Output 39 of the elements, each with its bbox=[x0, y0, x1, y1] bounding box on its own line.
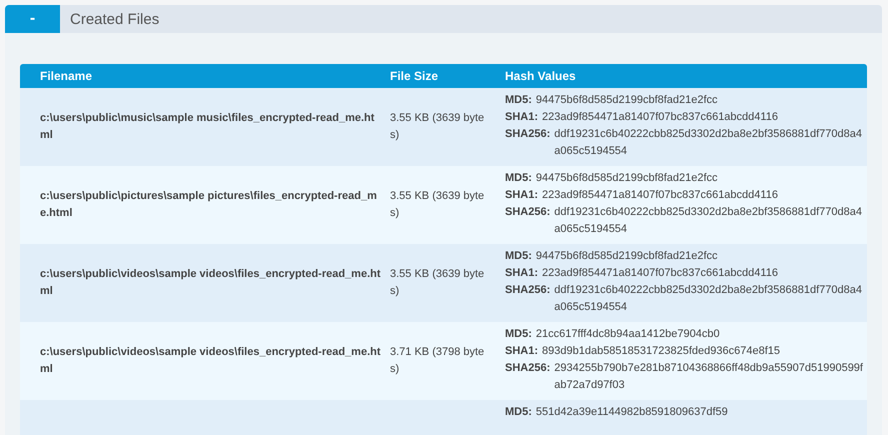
hash-value: 223ad9f854471a81407f07bc837c661abcdd4116 bbox=[542, 266, 779, 281]
hash-value: 893d9b1dab58518531723825fded936c674e8f15 bbox=[542, 344, 781, 359]
hash-label: SHA256: bbox=[505, 283, 550, 298]
hash-label: SHA256: bbox=[505, 205, 550, 220]
column-header: File Size bbox=[390, 69, 440, 83]
hash-label: SHA1: bbox=[505, 188, 538, 203]
hash-label: SHA256: bbox=[505, 361, 550, 376]
panel-title: Created Files bbox=[70, 10, 160, 28]
filename-cell-text: c:\users\public\music\sample music\files_encrypted-read_me.html bbox=[40, 111, 376, 143]
hash-value: 94475b6f8d585d2199cbf8fad21e2fcc bbox=[536, 171, 719, 186]
collapse-button[interactable]: - bbox=[5, 5, 60, 33]
column-header: Hash Values bbox=[504, 69, 577, 83]
hash-value: 94475b6f8d585d2199cbf8fad21e2fcc bbox=[536, 93, 719, 108]
hash-value: ddf19231c6b40222cbb825d3302d2ba8e2bf3586881df770d8a4a065c5194554 bbox=[554, 127, 863, 159]
hash-value: 2934255b790b7e281b87104368866ff48db9a55907d51990599fab72a7d97f03 bbox=[554, 361, 863, 393]
file-size-cell-text: 3.71 KB (3798 bytes) bbox=[390, 345, 486, 377]
filename-cell-text: c:\users\public\pictures\sample pictures\files_encrypted-read_me.html bbox=[40, 189, 378, 221]
hash-value: 21cc617fff4dc8b94aa1412be7904cb0 bbox=[536, 327, 721, 342]
column-header: Filename bbox=[39, 69, 94, 83]
hash-value: ddf19231c6b40222cbb825d3302d2ba8e2bf3586881df770d8a4a065c5194554 bbox=[554, 283, 863, 315]
hash-label: SHA1: bbox=[505, 110, 538, 125]
hash-label: SHA1: bbox=[505, 266, 538, 281]
file-size-cell-text: 3.55 KB (3639 bytes) bbox=[390, 189, 486, 221]
hash-label: MD5: bbox=[505, 327, 532, 342]
hash-label: MD5: bbox=[505, 249, 532, 264]
hash-label: MD5: bbox=[505, 405, 532, 420]
hash-value: 223ad9f854471a81407f07bc837c661abcdd4116 bbox=[542, 188, 779, 203]
file-size-cell-text: 3.55 KB (3639 bytes) bbox=[390, 111, 486, 143]
filename-cell-text: c:\users\public\videos\sample videos\files_encrypted-read_me.html bbox=[40, 345, 382, 377]
hash-value: ddf19231c6b40222cbb825d3302d2ba8e2bf3586881df770d8a4a065c5194554 bbox=[554, 205, 863, 237]
hash-value: 223ad9f854471a81407f07bc837c661abcdd4116 bbox=[542, 110, 779, 125]
filename-cell-text: c:\users\public\videos\sample videos\files_encrypted-read_me.html bbox=[40, 267, 382, 299]
hash-value: 551d42a39e1144982b8591809637df59 bbox=[536, 405, 729, 420]
hash-value: 94475b6f8d585d2199cbf8fad21e2fcc bbox=[536, 249, 719, 264]
hash-label: MD5: bbox=[505, 171, 532, 186]
file-size-cell-text: 3.55 KB (3639 bytes) bbox=[390, 267, 486, 299]
hash-label: SHA256: bbox=[505, 127, 550, 142]
hash-label: MD5: bbox=[505, 93, 532, 108]
hash-label: SHA1: bbox=[505, 344, 538, 359]
